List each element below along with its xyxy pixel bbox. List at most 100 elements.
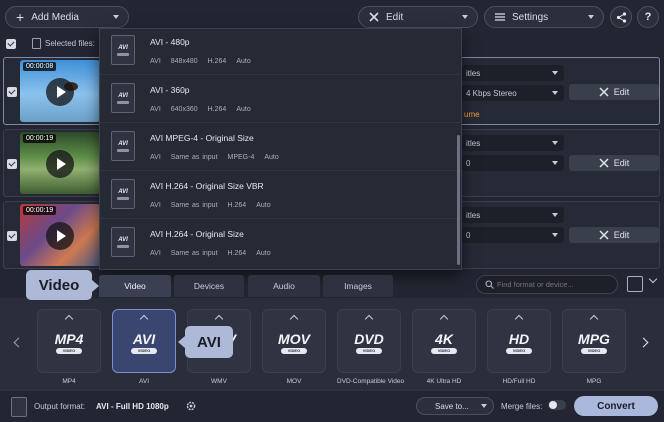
chevron-down-icon — [552, 71, 558, 75]
format-tile-mov[interactable]: MOV VIDEO MOV — [262, 309, 326, 385]
chevron-down-icon — [481, 404, 487, 408]
format-search[interactable] — [476, 275, 618, 294]
preset-title: AVI - 360p — [150, 85, 190, 95]
file-checkbox[interactable] — [7, 231, 17, 241]
expand-icon — [214, 314, 224, 324]
selected-files-icon — [32, 38, 41, 49]
tab-images[interactable]: Images — [323, 275, 393, 297]
preset-item[interactable]: AVI AVI MPEG-4 - Original Size AVI Same a… — [100, 123, 461, 171]
subtitles-select[interactable]: itles — [462, 65, 564, 81]
format-label: 4K Ultra HD — [426, 378, 462, 385]
format-tile-mpg[interactable]: MPG VIDEO MPG — [562, 309, 626, 385]
save-to-button[interactable]: Save to... — [416, 397, 494, 415]
file-checkbox[interactable] — [7, 87, 17, 97]
mp4-logo: MP4 — [54, 331, 84, 347]
share-button[interactable] — [610, 6, 632, 28]
preset-title: AVI H.264 - Original Size VBR — [150, 181, 264, 191]
audio-select[interactable]: 4 Kbps Stereo — [462, 85, 564, 101]
preset-item[interactable]: AVI AVI H.264 - Original Size AVI Same as… — [100, 219, 461, 267]
avi-file-icon: AVI — [111, 35, 135, 65]
subtitles-select[interactable]: itles — [462, 135, 564, 151]
help-button[interactable]: ? — [637, 6, 659, 28]
subtitles-value: itles — [466, 210, 481, 220]
search-input[interactable] — [497, 278, 613, 291]
tab-audio[interactable]: Audio — [248, 275, 320, 297]
row-edit-button[interactable]: Edit — [569, 227, 659, 243]
format-label: AVI — [139, 378, 149, 385]
duration-label: 00:00:08 — [23, 62, 57, 71]
format-tile-dvd[interactable]: DVD VIDEO DVD-Compatible Video — [337, 309, 405, 385]
file-checkbox[interactable] — [7, 159, 17, 169]
play-icon[interactable] — [46, 150, 74, 178]
add-media-button[interactable]: + Add Media — [5, 6, 129, 28]
avi-file-icon: AVI — [111, 179, 135, 209]
expand-icon — [139, 314, 149, 324]
collapse-button[interactable] — [648, 274, 658, 284]
tools-icon — [599, 158, 609, 168]
dropdown-scrollbar[interactable] — [457, 135, 460, 265]
format-tabbar: Video Devices Audio Images — [0, 272, 664, 298]
chevron-down-icon — [552, 213, 558, 217]
chevron-down-icon — [462, 15, 468, 19]
audio-select[interactable]: 0 — [462, 155, 564, 171]
chevron-down-icon — [552, 161, 558, 165]
volume-link[interactable]: ume — [464, 110, 480, 119]
row-edit-label: Edit — [613, 158, 630, 168]
output-format-icon[interactable] — [11, 397, 27, 417]
chevron-down-icon — [552, 91, 558, 95]
expand-icon — [439, 314, 449, 324]
search-icon — [485, 280, 494, 289]
row-edit-label: Edit — [613, 230, 630, 240]
play-icon[interactable] — [46, 222, 74, 250]
preset-dropdown: AVI AVI - 480p AVI 848x480 H.264 Auto AVI A… — [99, 28, 462, 270]
tab-devices[interactable]: Devices — [174, 275, 244, 297]
preset-title: AVI MPEG-4 - Original Size — [150, 133, 254, 143]
preset-title: AVI - 480p — [150, 37, 190, 47]
scroll-right-arrow[interactable] — [638, 337, 649, 348]
subtitles-value: itles — [466, 138, 481, 148]
edit-button[interactable]: Edit — [358, 6, 478, 28]
merge-toggle[interactable] — [548, 400, 566, 410]
duration-label: 00:00:19 — [23, 206, 57, 215]
row-edit-button[interactable]: Edit — [569, 84, 659, 100]
add-media-label: Add Media — [31, 11, 79, 23]
settings-button[interactable]: Settings — [484, 6, 604, 28]
select-all-checkbox[interactable] — [6, 39, 16, 49]
mpg-logo: MPG — [578, 331, 610, 347]
avi-file-icon: AVI — [111, 83, 135, 113]
format-tile-avi[interactable]: AVI VIDEO AVI — [112, 309, 176, 385]
preset-item[interactable]: AVI AVI - 480p AVI 848x480 H.264 Auto — [100, 29, 461, 75]
chevron-down-icon — [113, 15, 119, 19]
plus-icon: + — [16, 9, 25, 25]
video-thumbnail[interactable]: 00:00:19 — [20, 132, 100, 194]
video-thumbnail[interactable]: 00:00:08 — [20, 60, 100, 122]
device-detect-button[interactable] — [627, 276, 643, 292]
tab-video[interactable]: Video — [99, 275, 171, 297]
format-tile-hd[interactable]: HD VIDEO HD/Full HD — [487, 309, 551, 385]
avi-callout: AVI — [185, 326, 233, 358]
gear-icon[interactable] — [185, 400, 197, 412]
play-icon[interactable] — [46, 78, 74, 106]
format-tile-4k[interactable]: 4K VIDEO 4K Ultra HD — [412, 309, 476, 385]
preset-item[interactable]: AVI AVI - 360p AVI 640x360 H.264 Auto — [100, 75, 461, 123]
subtitles-select[interactable]: itles — [462, 207, 564, 223]
avi-file-icon: AVI — [111, 131, 135, 161]
format-label: DVD-Compatible Video — [337, 378, 405, 385]
expand-icon — [589, 314, 599, 324]
preset-title: AVI H.264 - Original Size — [150, 229, 244, 239]
audio-value: 0 — [466, 158, 471, 168]
scroll-left-arrow[interactable] — [13, 337, 24, 348]
chevron-down-icon — [552, 233, 558, 237]
selected-files-label: Selected files: — [45, 39, 95, 48]
convert-label: Convert — [597, 400, 635, 412]
preset-item[interactable]: AVI AVI H.264 - Original Size VBR AVI Sam… — [100, 171, 461, 219]
row-edit-label: Edit — [613, 87, 630, 97]
preset-specs: AVI Same as input H.264 Auto — [150, 250, 271, 257]
edit-label: Edit — [386, 11, 404, 23]
settings-label: Settings — [512, 11, 549, 23]
video-thumbnail[interactable]: 00:00:19 — [20, 204, 100, 266]
audio-select[interactable]: 0 — [462, 227, 564, 243]
format-tile-mp4[interactable]: MP4 VIDEO MP4 — [37, 309, 101, 385]
convert-button[interactable]: Convert — [574, 396, 658, 416]
row-edit-button[interactable]: Edit — [569, 155, 659, 171]
